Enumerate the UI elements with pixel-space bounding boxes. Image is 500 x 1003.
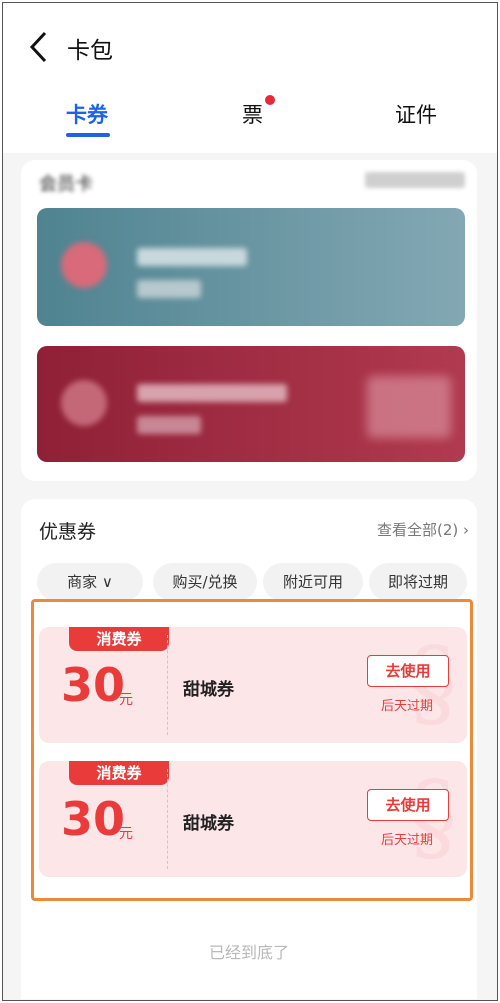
coupon-card[interactable]: § 消费券 30 元 甜城券 去使用 后天过期	[39, 627, 467, 743]
coupon-expiry: 后天过期	[381, 699, 434, 714]
coupon-divider	[167, 635, 168, 735]
coupons-section: 优惠券 查看全部(2) › 商家 ∨ 购买/兑换 附近可用 即将过期 § 消费券…	[21, 499, 477, 999]
filter-expiring[interactable]: 即将过期	[369, 563, 467, 601]
tab-documents[interactable]: 证件	[395, 99, 437, 129]
page-title: 卡包	[67, 38, 113, 64]
coupon-filters: 商家 ∨ 购买/兑换 附近可用 即将过期	[37, 563, 467, 603]
card-logo	[61, 242, 107, 288]
coupon-badge: 消费券	[69, 627, 169, 651]
card-sub-blurred	[137, 280, 201, 298]
card-logo	[61, 380, 107, 426]
coupon-unit: 元	[119, 692, 133, 708]
use-coupon-button[interactable]: 去使用	[367, 655, 449, 687]
coupons-title: 优惠券	[39, 521, 97, 543]
card-name-blurred	[137, 384, 287, 402]
coupon-amount: 30	[61, 658, 126, 712]
coupon-expiry: 后天过期	[381, 833, 434, 848]
coupon-amount: 30	[61, 792, 126, 846]
coupon-divider	[167, 769, 168, 869]
app-frame: 卡包 卡券 票 证件 会员卡 优惠券 查看全部(2) › 商家 ∨ 购买/兑换 …	[2, 2, 498, 1001]
coupon-name: 甜城券	[183, 814, 234, 834]
coupon-card[interactable]: § 消费券 30 元 甜城券 去使用 后天过期	[39, 761, 467, 877]
member-card-1[interactable]	[37, 208, 465, 326]
card-sub-blurred	[137, 416, 201, 434]
card-name-blurred	[137, 248, 247, 266]
member-cards-more-blurred[interactable]	[365, 172, 465, 188]
tab-coupons[interactable]: 卡券	[66, 99, 108, 129]
filter-merchant[interactable]: 商家 ∨	[37, 563, 143, 601]
coupon-name: 甜城券	[183, 680, 234, 700]
member-cards-section: 会员卡	[21, 160, 477, 481]
tab-active-indicator	[66, 133, 110, 137]
coupon-badge: 消费券	[69, 761, 169, 785]
filter-nearby[interactable]: 附近可用	[263, 563, 363, 601]
member-cards-title-blurred: 会员卡	[39, 174, 93, 195]
coupon-unit: 元	[119, 826, 133, 842]
view-all-link[interactable]: 查看全部(2) ›	[377, 519, 469, 540]
chevron-left-icon	[29, 31, 47, 63]
use-coupon-button[interactable]: 去使用	[367, 789, 449, 821]
member-card-2[interactable]	[37, 346, 465, 462]
card-decoration	[367, 376, 451, 438]
tab-tickets[interactable]: 票	[242, 99, 263, 129]
back-button[interactable]	[25, 29, 55, 65]
notification-dot	[265, 95, 275, 105]
end-of-list-text: 已经到底了	[208, 943, 289, 962]
filter-buy-exchange[interactable]: 购买/兑换	[153, 563, 257, 601]
top-bar: 卡包 卡券 票 证件	[3, 3, 497, 153]
